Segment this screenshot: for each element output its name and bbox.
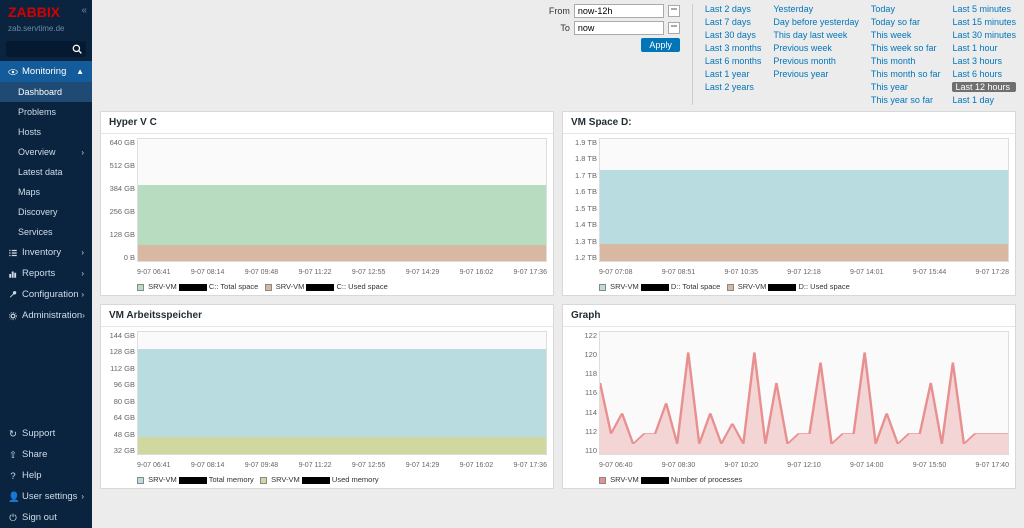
nav-support[interactable]: ↻Support <box>0 423 92 444</box>
sidebar-item-hosts[interactable]: Hosts <box>0 122 92 142</box>
nav-label: Inventory <box>22 247 61 258</box>
panel-title: VM Arbeitsspeicher <box>101 305 553 327</box>
from-label: From <box>549 6 570 16</box>
to-input[interactable] <box>574 21 664 35</box>
preset-link[interactable]: Previous year <box>773 69 859 79</box>
chart-panel: Hyper V C640 GB512 GB384 GB256 GB128 GB0… <box>100 111 554 296</box>
sidebar: ZABBIX « zab.servtime.de Monitoring ▲ Da… <box>0 0 92 528</box>
preset-link[interactable]: Previous week <box>773 43 859 53</box>
chevron-icon: › <box>81 290 84 299</box>
preset-link[interactable]: Today <box>871 4 941 14</box>
chart-area: 1221201181161141121109-07 06:409-07 08:3… <box>563 327 1015 473</box>
preset-link[interactable]: This week <box>871 30 941 40</box>
chevron-icon: › <box>82 311 85 320</box>
nav-user-settings[interactable]: 👤User settings› <box>0 486 92 507</box>
to-label: To <box>560 23 570 33</box>
sidebar-item-maps[interactable]: Maps <box>0 182 92 202</box>
preset-link[interactable]: Last 2 years <box>705 82 762 92</box>
chevron-up-icon: ▲ <box>76 67 84 76</box>
from-input[interactable] <box>574 4 664 18</box>
preset-link[interactable]: Last 3 hours <box>952 56 1016 66</box>
panel-title: Graph <box>563 305 1015 327</box>
search-input[interactable] <box>6 41 86 57</box>
search-icon <box>72 44 82 54</box>
preset-link[interactable]: Last 1 hour <box>952 43 1016 53</box>
sidebar-item-problems[interactable]: Problems <box>0 102 92 122</box>
nav-label: Administration <box>22 310 82 321</box>
preset-link[interactable]: Last 30 minutes <box>952 30 1016 40</box>
panel-title: VM Space D: <box>563 112 1015 134</box>
preset-link[interactable]: Last 7 days <box>705 17 762 27</box>
eye-icon <box>8 67 18 77</box>
sidebar-item-dashboard[interactable]: Dashboard <box>0 82 92 102</box>
wrench-icon <box>8 290 18 300</box>
collapse-icon[interactable]: « <box>81 5 87 16</box>
nav-administration[interactable]: Administration › <box>0 305 92 326</box>
chart-legend: SRV-VM D:: Total space SRV-VM D:: Used s… <box>563 280 1015 295</box>
preset-link[interactable]: Last 30 days <box>705 30 762 40</box>
apply-button[interactable]: Apply <box>641 38 680 52</box>
preset-link[interactable]: Last 3 months <box>705 43 762 53</box>
preset-link[interactable]: This year <box>871 82 941 92</box>
preset-link[interactable]: Previous month <box>773 56 859 66</box>
preset-link[interactable]: This day last week <box>773 30 859 40</box>
chevron-icon: › <box>81 269 84 278</box>
sidebar-item-latest-data[interactable]: Latest data <box>0 162 92 182</box>
nav-configuration[interactable]: Configuration › <box>0 284 92 305</box>
chart-legend: SRV-VM Total memory SRV-VM Used memory <box>101 473 553 488</box>
nav-label: Monitoring <box>22 66 66 77</box>
chart-legend: SRV-VM C:: Total space SRV-VM C:: Used s… <box>101 280 553 295</box>
calendar-icon[interactable] <box>668 22 680 34</box>
nav-sign-out[interactable]: ⏻Sign out <box>0 507 92 528</box>
panel-title: Hyper V C <box>101 112 553 134</box>
chart-panel: VM Space D:1.9 TB1.8 TB1.7 TB1.6 TB1.5 T… <box>562 111 1016 296</box>
dashboard-grid: Hyper V C640 GB512 GB384 GB256 GB128 GB0… <box>100 111 1016 489</box>
chart-legend: SRV-VM Number of processes <box>563 473 1015 488</box>
sidebar-item-services[interactable]: Services <box>0 222 92 242</box>
main-area: From To Apply Last 2 daysLast 7 daysLast… <box>92 0 1024 528</box>
preset-link[interactable]: This month so far <box>871 69 941 79</box>
gear-icon <box>8 311 18 321</box>
sidebar-item-discovery[interactable]: Discovery <box>0 202 92 222</box>
nav-reports[interactable]: Reports › <box>0 263 92 284</box>
chart-area: 144 GB128 GB112 GB96 GB80 GB64 GB48 GB32… <box>101 327 553 473</box>
preset-link[interactable]: This year so far <box>871 95 941 105</box>
preset-link[interactable]: Last 6 months <box>705 56 762 66</box>
preset-link[interactable]: Day before yesterday <box>773 17 859 27</box>
time-selector: From To Apply Last 2 daysLast 7 daysLast… <box>100 4 1016 105</box>
preset-link[interactable]: Last 6 hours <box>952 69 1016 79</box>
nav-monitoring[interactable]: Monitoring ▲ <box>0 61 92 82</box>
chart-panel: VM Arbeitsspeicher144 GB128 GB112 GB96 G… <box>100 304 554 489</box>
list-icon <box>8 248 18 258</box>
nav-share[interactable]: ⇧Share <box>0 444 92 465</box>
chevron-icon: › <box>81 248 84 257</box>
chart-icon <box>8 269 18 279</box>
preset-link[interactable]: Last 12 hours <box>952 82 1016 92</box>
preset-link[interactable]: Last 1 year <box>705 69 762 79</box>
chart-panel: Graph1221201181161141121109-07 06:409-07… <box>562 304 1016 489</box>
app-logo[interactable]: ZABBIX <box>0 0 92 24</box>
preset-link[interactable]: This week so far <box>871 43 941 53</box>
calendar-icon[interactable] <box>668 5 680 17</box>
time-presets: Last 2 days Last 7 days Last 30 days Last 3… <box>692 4 1016 105</box>
nav-label: Configuration <box>22 289 79 300</box>
preset-link[interactable]: This month <box>871 56 941 66</box>
chart-area: 640 GB512 GB384 GB256 GB128 GB0 B9-07 06… <box>101 134 553 280</box>
sidebar-item-overview[interactable]: Overview› <box>0 142 92 162</box>
preset-link[interactable]: Last 5 minutes <box>952 4 1016 14</box>
nav-inventory[interactable]: Inventory › <box>0 242 92 263</box>
chart-area: 1.9 TB1.8 TB1.7 TB1.6 TB1.5 TB1.4 TB1.3 … <box>563 134 1015 280</box>
preset-link[interactable]: Last 2 days <box>705 4 762 14</box>
preset-link[interactable]: Last 1 day <box>952 95 1016 105</box>
nav-help[interactable]: ?Help <box>0 465 92 486</box>
preset-link[interactable]: Today so far <box>871 17 941 27</box>
nav-label: Reports <box>22 268 55 279</box>
host-label: zab.servtime.de <box>0 24 92 37</box>
preset-link[interactable]: Last 15 minutes <box>952 17 1016 27</box>
preset-link[interactable]: Yesterday <box>773 4 859 14</box>
